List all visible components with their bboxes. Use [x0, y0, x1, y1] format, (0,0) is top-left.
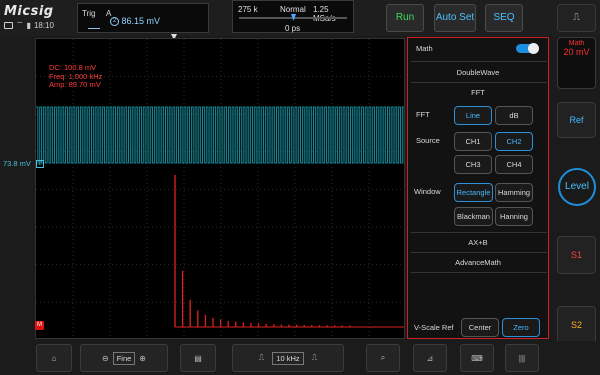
- menu-icon[interactable]: |||: [505, 344, 539, 372]
- math-toggle[interactable]: [516, 43, 539, 54]
- math-title: Math: [568, 40, 585, 47]
- auto-set-button[interactable]: Auto Set: [434, 4, 476, 32]
- time-offset: 0 ps: [285, 24, 301, 33]
- trigger-level-value: 86.15 mV: [121, 16, 161, 26]
- advancemath-option[interactable]: AdvanceMath: [408, 258, 548, 267]
- db-button[interactable]: dB: [495, 106, 533, 125]
- timebase-value[interactable]: 10 kHz: [272, 351, 304, 365]
- ch2-button[interactable]: CH2: [495, 132, 533, 151]
- zoom-icon[interactable]: ⌕: [366, 344, 400, 372]
- timebase-group: ⎍ 10 kHz ⎍: [232, 344, 344, 372]
- ref-button[interactable]: Ref: [557, 102, 596, 138]
- ch2-offset-label: 73.8 mV: [3, 159, 31, 168]
- waveform-mode-button[interactable]: ⎍: [557, 4, 596, 32]
- wifi-icon: ⌔: [16, 20, 24, 29]
- ch2-marker[interactable]: 2: [36, 160, 44, 168]
- rising-edge-icon: [88, 21, 100, 29]
- divider: [411, 272, 547, 273]
- amp-readout: Amp: 89.70 mV: [49, 80, 101, 89]
- divider: [411, 61, 547, 62]
- s1-button[interactable]: S1: [557, 236, 596, 274]
- window-label: Window: [414, 187, 441, 196]
- system-status: ⌔ ▮ 18:10: [4, 20, 54, 30]
- math-panel: Math DoubleWave FFT FFT Line dB Source C…: [407, 37, 549, 339]
- fine-adjust-group: ⊖ Fine ⊕: [80, 344, 168, 372]
- screen-icon: [4, 21, 13, 29]
- center-button[interactable]: Center: [461, 318, 499, 337]
- sample-rate: 1.25 MSa/s: [313, 5, 336, 23]
- run-button[interactable]: Run: [386, 4, 424, 32]
- ch4-button[interactable]: CH4: [495, 155, 533, 174]
- doublewave-option[interactable]: DoubleWave: [408, 68, 548, 77]
- source-label: Source: [416, 136, 440, 145]
- memory-depth: 275 k: [238, 5, 258, 14]
- brand-logo: Micsig: [4, 4, 54, 19]
- math-scale: 20 mV: [563, 47, 590, 57]
- toggle-knob: [528, 43, 539, 54]
- ch3-button[interactable]: CH3: [454, 155, 492, 174]
- bottom-toolbar: ⌂ ⊖ Fine ⊕ ▤ ⎍ 10 kHz ⎍ ⌕ ⊿ ⌨ |||: [0, 341, 600, 375]
- divider: [411, 252, 547, 253]
- fine-label[interactable]: Fine: [112, 351, 136, 365]
- level-knob-button[interactable]: Level: [558, 168, 596, 206]
- bus-icon[interactable]: ⌨: [460, 344, 494, 372]
- minus-icon[interactable]: ⊖: [102, 354, 109, 363]
- wide-pulse-icon[interactable]: ⎍: [259, 353, 265, 363]
- math-marker[interactable]: M: [35, 321, 44, 330]
- zero-button[interactable]: Zero: [502, 318, 540, 337]
- ch1-button[interactable]: CH1: [454, 132, 492, 151]
- narrow-pulse-icon[interactable]: ⎍: [312, 353, 318, 363]
- home-icon[interactable]: ⌂: [36, 344, 72, 372]
- fft-mode-label: FFT: [416, 110, 430, 119]
- trigger-level: 2 86.15 mV: [110, 16, 161, 27]
- plus-icon[interactable]: ⊕: [139, 354, 146, 363]
- s2-button[interactable]: S2: [557, 306, 596, 344]
- channel-circle-icon: 2: [110, 17, 119, 27]
- timebase-info[interactable]: 275 k Normal 1.25 MSa/s 0 ps: [232, 0, 354, 33]
- fft-header[interactable]: FFT: [408, 88, 548, 97]
- blackman-button[interactable]: Blackman: [454, 207, 493, 226]
- top-bar: Micsig ⌔ ▮ 18:10 Trig A 2 86.15 mV 275 k…: [0, 0, 600, 36]
- trigger-label: Trig: [82, 9, 96, 18]
- divider: [411, 232, 547, 233]
- measure-icon[interactable]: ⊿: [413, 344, 447, 372]
- clock-time: 18:10: [33, 20, 54, 30]
- seq-button[interactable]: SEQ: [485, 4, 523, 32]
- measurement-readout: DC: 100.8 mV Freq: 1.000 kHz Amp: 89.70 …: [49, 63, 102, 90]
- rectangle-button[interactable]: Rectangle: [454, 183, 493, 202]
- math-channel-info[interactable]: Math 20 mV: [557, 37, 596, 89]
- hanning-button[interactable]: Hanning: [495, 207, 533, 226]
- hamming-button[interactable]: Hamming: [495, 183, 533, 202]
- vscale-ref-label: V-Scale Ref: [414, 323, 454, 332]
- trigger-info[interactable]: Trig A 2 86.15 mV: [77, 3, 209, 33]
- battery-icon: ▮: [26, 20, 31, 30]
- line-button[interactable]: Line: [454, 106, 492, 125]
- save-icon[interactable]: ▤: [180, 344, 216, 372]
- acquire-mode: Normal: [280, 5, 306, 14]
- axb-option[interactable]: AX+B: [408, 238, 548, 247]
- waveform-display[interactable]: DC: 100.8 mV Freq: 1.000 kHz Amp: 89.70 …: [35, 38, 405, 339]
- divider: [411, 82, 547, 83]
